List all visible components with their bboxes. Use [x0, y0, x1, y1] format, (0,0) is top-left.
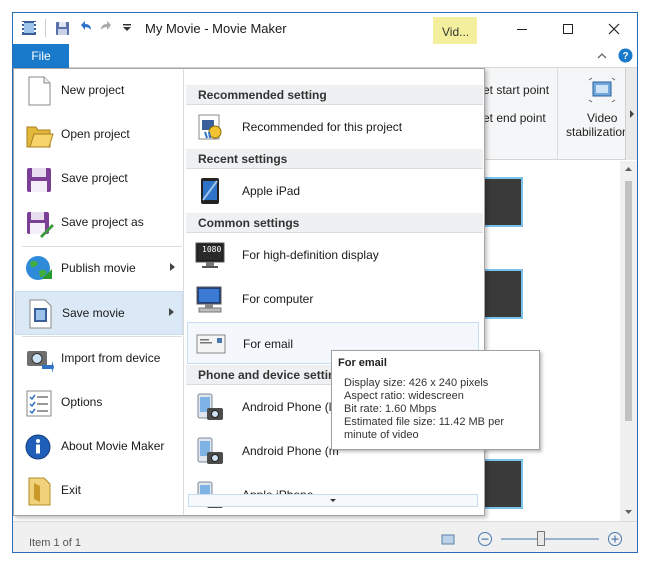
zoom-slider-track[interactable] [501, 538, 599, 540]
new-project-icon [24, 75, 54, 107]
film-icon [25, 298, 55, 330]
save-as-icon [24, 207, 54, 239]
menu-item-label: About Movie Maker [61, 439, 165, 453]
menu-item-exit[interactable]: Exit [15, 469, 183, 513]
clip-thumbnail[interactable] [483, 177, 523, 227]
set-end-point-button[interactable]: et end point [483, 111, 546, 125]
window-title: My Movie - Movie Maker [145, 21, 287, 36]
recommended-settings-icon [195, 112, 225, 142]
collapse-ribbon-icon[interactable] [595, 49, 609, 63]
submenu-item-recommended[interactable]: Recommended for this project [187, 106, 479, 148]
submenu-scroll-down-button[interactable] [188, 494, 478, 507]
ribbon-group-divider [557, 68, 558, 160]
submenu-item-apple-ipad[interactable]: Apple iPad [187, 170, 479, 212]
section-header-common: Common settings [186, 213, 483, 233]
chevron-down-icon [330, 498, 336, 502]
menu-item-publish-movie[interactable]: Publish movie [15, 247, 183, 291]
menu-item-label: Save movie [62, 306, 125, 320]
submenu-arrow-icon [169, 308, 174, 316]
section-header-recent: Recent settings [186, 149, 483, 169]
maximize-button[interactable] [545, 13, 591, 44]
tablet-icon [195, 176, 225, 206]
clip-thumbnail[interactable] [483, 269, 523, 319]
options-list-icon [24, 387, 54, 419]
menu-item-label: Import from device [61, 351, 161, 365]
menu-item-label: Publish movie [61, 261, 136, 275]
submenu-item-label: For computer [242, 292, 314, 306]
open-folder-icon [24, 119, 54, 151]
phone-camera-icon [195, 436, 225, 466]
ribbon-scroll-right[interactable] [625, 68, 637, 160]
menu-item-import-from-device[interactable]: Import from device [15, 337, 183, 381]
menu-item-options[interactable]: Options [15, 381, 183, 425]
submenu-item-label: Apple iPad [242, 184, 301, 198]
clip-thumbnail[interactable] [483, 459, 523, 509]
menu-item-save-movie[interactable]: Save movie [15, 291, 183, 335]
tooltip-aspect-ratio: Aspect ratio: widescreen [344, 390, 464, 402]
file-tab[interactable]: File [13, 44, 69, 68]
submenu-item-computer[interactable]: For computer [187, 278, 479, 320]
menu-item-open-project[interactable]: Open project [15, 113, 183, 157]
redo-icon[interactable] [99, 20, 115, 36]
tooltip-file-size-cont: minute of video [344, 429, 419, 441]
save-quick-icon[interactable] [54, 20, 70, 36]
submenu-item-hd-display[interactable]: 1080 For high-definition display [187, 234, 479, 276]
undo-icon[interactable] [77, 20, 93, 36]
menu-item-new-project[interactable]: New project [15, 69, 183, 113]
submenu-item-label: For email [243, 337, 294, 351]
submenu-item-label: Recommended for this project [242, 120, 403, 134]
tooltip-bit-rate: Bit rate: 1.60 Mbps [344, 403, 437, 415]
zoom-slider-thumb[interactable] [537, 531, 545, 546]
menu-item-about-movie-maker[interactable]: About Movie Maker [15, 425, 183, 469]
submenu-arrow-icon [170, 263, 175, 271]
phone-camera-icon [195, 392, 225, 422]
computer-icon [195, 284, 225, 314]
video-tools-context-tab[interactable]: Vid... [433, 17, 477, 44]
info-icon [24, 431, 54, 463]
help-icon[interactable]: ? [618, 48, 633, 63]
video-stabilization-label-2: stabilization [566, 125, 629, 139]
zoom-in-icon[interactable] [607, 531, 623, 547]
title-bar: My Movie - Movie Maker Vid... [13, 13, 637, 44]
menu-item-label: Exit [61, 483, 82, 497]
menu-item-save-project[interactable]: Save project [15, 157, 183, 201]
file-menu-commands: New project Open project Save project Sa… [14, 69, 184, 515]
item-count: Item 1 of 1 [29, 537, 81, 549]
tooltip-file-size: Estimated file size: 11.42 MB per [344, 416, 504, 428]
menu-item-label: Open project [61, 127, 130, 141]
svg-text:?: ? [622, 51, 628, 62]
save-floppy-icon [24, 163, 54, 195]
ribbon-tabs-row: ? [13, 44, 637, 68]
video-stabilization-icon[interactable] [587, 76, 617, 104]
tooltip-display-size: Display size: 426 x 240 pixels [344, 377, 489, 389]
section-header-recommended: Recommended setting [186, 85, 483, 105]
menu-item-label: Options [61, 395, 103, 409]
email-envelope-icon [196, 329, 226, 359]
menu-item-label: Save project as [61, 215, 144, 229]
minimize-button[interactable] [499, 13, 545, 44]
tooltip-title: For email [338, 357, 387, 369]
submenu-item-label: For high-definition display [242, 248, 379, 262]
exit-door-icon [24, 475, 54, 507]
zoom-out-icon[interactable] [477, 531, 493, 547]
camera-import-icon [24, 343, 54, 375]
storyboard-view-icon[interactable] [441, 532, 455, 546]
globe-icon [24, 253, 54, 285]
customize-toolbar-icon[interactable] [119, 20, 135, 36]
app-film-icon[interactable] [21, 20, 37, 36]
video-stabilization-label-1: Video [587, 111, 618, 125]
submenu-item-label: Android Phone (la [242, 400, 339, 414]
email-settings-tooltip: For email Display size: 426 x 240 pixels… [331, 350, 540, 450]
menu-item-label: Save project [61, 171, 128, 185]
menu-item-label: New project [61, 83, 125, 97]
hd-badge: 1080 [202, 245, 222, 254]
titlebar-divider [45, 19, 46, 37]
menu-item-save-project-as[interactable]: Save project as [15, 201, 183, 245]
close-button[interactable] [591, 13, 637, 44]
vertical-scrollbar[interactable] [620, 161, 637, 521]
submenu-item-label: Android Phone (m [242, 444, 339, 458]
set-start-point-button[interactable]: et start point [483, 83, 549, 97]
status-bar: Item 1 of 1 [13, 521, 637, 552]
movie-maker-window: My Movie - Movie Maker Vid... ? File et … [12, 12, 638, 553]
